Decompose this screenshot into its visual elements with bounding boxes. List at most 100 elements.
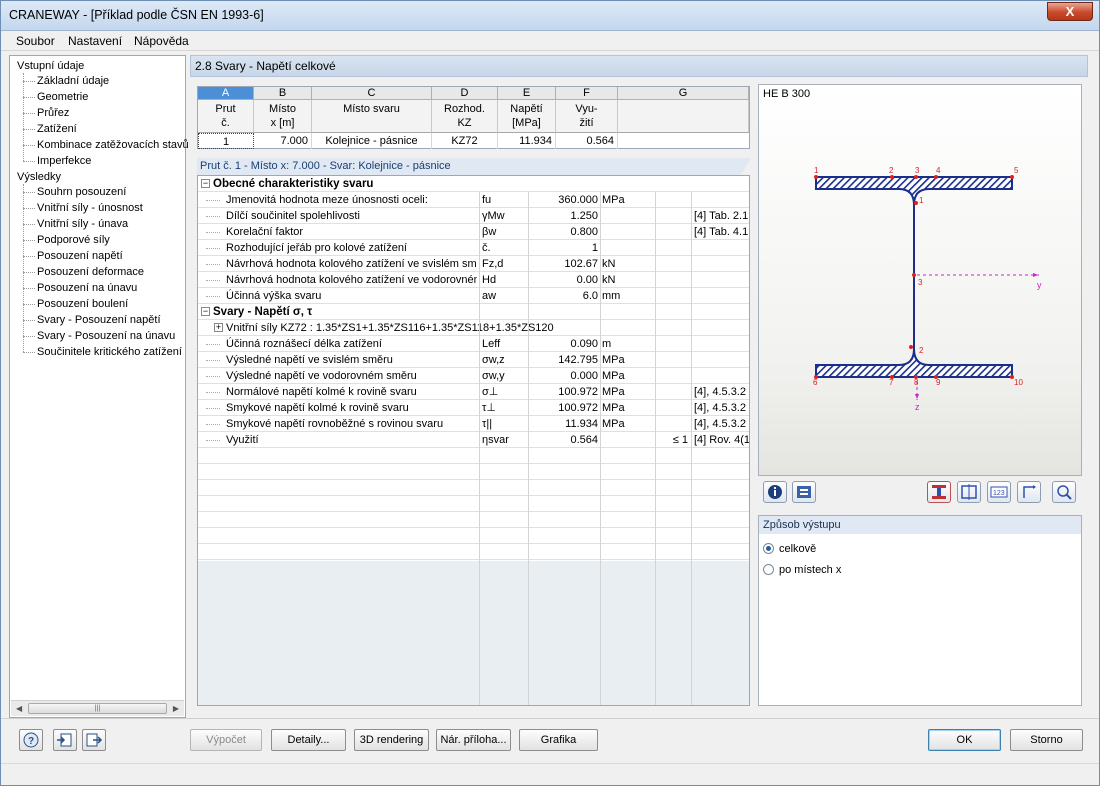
detail-sym: σw,y (482, 370, 505, 382)
column-letter-e[interactable]: E (498, 87, 556, 100)
tree-item-vs-unosnost[interactable]: Vnitřní síly - únosnost (37, 200, 143, 216)
detail-sym: σ⊥ (482, 386, 499, 398)
calculate-button[interactable]: Výpočet (190, 729, 262, 751)
tree-item-svary-napeti[interactable]: Svary - Posouzení napětí (37, 312, 161, 328)
collapse-icon[interactable]: − (201, 307, 210, 316)
scroll-left-icon[interactable]: ◀ (16, 704, 22, 713)
detail-row[interactable]: Výsledné napětí ve svislém směru σw,z 142.… (198, 352, 749, 368)
cell-kz[interactable]: KZ72 (432, 133, 498, 149)
cell-misto[interactable]: 7.000 (254, 133, 312, 149)
detail-row[interactable]: Dílčí součinitel spolehlivosti γMw 1.250 [4… (198, 208, 749, 224)
detail-row[interactable]: Normálové napětí kolmé k rovině svaru σ⊥ 1… (198, 384, 749, 400)
axes-button[interactable] (1017, 481, 1041, 503)
national-annex-button[interactable]: Nár. příloha... (436, 729, 511, 751)
menu-napoveda[interactable]: Nápověda (134, 34, 189, 48)
detail-row[interactable]: Využití ηsvar 0.564 ≤ 1 [4] Rov. 4(1) (198, 432, 749, 448)
group-obecne-charakteristiky[interactable]: − Obecné charakteristiky svaru (198, 176, 749, 192)
scroll-right-icon[interactable]: ▶ (173, 704, 179, 713)
output-mode-panel: Způsob výstupu celkově po místech x (758, 515, 1082, 706)
close-icon[interactable]: X (1066, 4, 1075, 19)
help-button[interactable]: ? (19, 729, 43, 751)
detail-value: 11.934 (565, 418, 598, 430)
menu-soubor[interactable]: Soubor (16, 34, 55, 48)
detail-sym: č. (482, 242, 491, 254)
show-section-button[interactable] (927, 481, 951, 503)
collapse-icon[interactable]: − (201, 179, 210, 188)
tree-group-results[interactable]: Výsledky (17, 169, 61, 185)
graphics-button[interactable]: Grafika (519, 729, 598, 751)
scroll-thumb[interactable]: ||| (28, 703, 167, 714)
column-letter-f[interactable]: F (556, 87, 618, 100)
detail-unit: MPa (602, 386, 625, 398)
tree-item-prurez[interactable]: Průřez (37, 105, 69, 121)
expand-icon[interactable]: + (214, 323, 223, 332)
detail-row[interactable]: Smykové napětí kolmé k rovině svaru τ⊥ 100… (198, 400, 749, 416)
details-button[interactable]: Detaily... (271, 729, 346, 751)
dimensions-button[interactable] (957, 481, 981, 503)
tree-item-vs-unava[interactable]: Vnitřní síly - únava (37, 216, 128, 232)
detail-row[interactable]: Návrhová hodnota kolového zatížení ve vo… (198, 272, 749, 288)
radio-icon[interactable] (763, 564, 774, 575)
group-svary-napeti[interactable]: − Svary - Napětí σ, τ (198, 304, 749, 320)
cancel-button[interactable]: Storno (1010, 729, 1083, 751)
column-letter-a[interactable]: A (198, 87, 254, 100)
tree-horizontal-scrollbar[interactable]: ◀ ||| ▶ (11, 700, 184, 716)
tree-connector (23, 113, 35, 114)
tree-item-imperfekce[interactable]: Imperfekce (37, 153, 91, 169)
tree-item-zakladni-udaje[interactable]: Základní údaje (37, 73, 109, 89)
tree-item-svary-unava[interactable]: Svary - Posouzení na únavu (37, 328, 175, 344)
detail-cmp (658, 384, 688, 400)
cell-prut[interactable]: 1 (198, 133, 254, 149)
radio-po-mistech[interactable]: po místech x (763, 564, 841, 576)
subgroup-row[interactable]: + Vnitřní síly KZ72 : 1.35*ZS1+1.35*ZS116… (198, 320, 749, 336)
radio-selected-icon[interactable] (763, 543, 774, 554)
detail-value: 360.000 (558, 194, 598, 206)
tree-group-inputs[interactable]: Vstupní údaje (17, 58, 84, 74)
detail-row[interactable]: Výsledné napětí ve vodorovném směru σw,y 0… (198, 368, 749, 384)
detail-row[interactable]: Účinná výška svaru aw 6.0 mm (198, 288, 749, 304)
close-button[interactable]: X (1047, 2, 1093, 21)
zoom-button[interactable] (1052, 481, 1076, 503)
tree-item-souhrn[interactable]: Souhrn posouzení (37, 184, 126, 200)
radio-celkove[interactable]: celkově (763, 543, 816, 555)
detail-row[interactable]: Smykové napětí rovnoběžné s rovinou svar… (198, 416, 749, 432)
tree-item-soucinitele[interactable]: Součinitele kritického zatížení (37, 344, 182, 360)
axis-label-z: z (915, 402, 920, 412)
numbering-button[interactable]: 123 (987, 481, 1011, 503)
export-button[interactable] (82, 729, 106, 751)
detail-row[interactable]: Jmenovitá hodnota meze únosnosti oceli: f… (198, 192, 749, 208)
tree-item-zatizeni[interactable]: Zatížení (37, 121, 77, 137)
detail-cmp (658, 256, 688, 272)
svg-text:?: ? (28, 736, 34, 747)
tree-connector (23, 97, 35, 98)
point-label: 1 (814, 166, 819, 175)
tree-item-unava[interactable]: Posouzení na únavu (37, 280, 137, 296)
column-letter-d[interactable]: D (432, 87, 498, 100)
menu-nastaveni[interactable]: Nastavení (68, 34, 122, 48)
ok-button[interactable]: OK (928, 729, 1001, 751)
export-icon (86, 733, 103, 747)
3d-rendering-button[interactable]: 3D rendering (354, 729, 429, 751)
detail-cmp (658, 224, 688, 240)
cell-napeti[interactable]: 11.934 (498, 133, 556, 149)
info-button[interactable] (763, 481, 787, 503)
i-beam-icon (932, 485, 946, 499)
section-settings-button[interactable] (792, 481, 816, 503)
tree-item-kombinace[interactable]: Kombinace zatěžovacích stavů (37, 137, 189, 153)
tree-item-podporove[interactable]: Podporové síly (37, 232, 110, 248)
column-letter-c[interactable]: C (312, 87, 432, 100)
cell-vyuziti[interactable]: 0.564 (556, 133, 618, 149)
tree-branch (206, 344, 220, 345)
detail-row[interactable]: Účinná roznášecí délka zatížení Leff 0.090… (198, 336, 749, 352)
tree-item-napeti[interactable]: Posouzení napětí (37, 248, 123, 264)
tree-item-bouleni[interactable]: Posouzení boulení (37, 296, 128, 312)
detail-row[interactable]: Korelační faktor βw 0.800 [4] Tab. 4.1 (198, 224, 749, 240)
detail-row[interactable]: Návrhová hodnota kolového zatížení ve sv… (198, 256, 749, 272)
column-letter-b[interactable]: B (254, 87, 312, 100)
cell-misto-svaru[interactable]: Kolejnice - pásnice (312, 133, 432, 149)
tree-item-deformace[interactable]: Posouzení deformace (37, 264, 144, 280)
tree-item-geometrie[interactable]: Geometrie (37, 89, 88, 105)
import-button[interactable] (53, 729, 77, 751)
detail-row[interactable]: Rozhodující jeřáb pro kolové zatížení č. 1 (198, 240, 749, 256)
column-letter-g[interactable]: G (618, 87, 749, 100)
